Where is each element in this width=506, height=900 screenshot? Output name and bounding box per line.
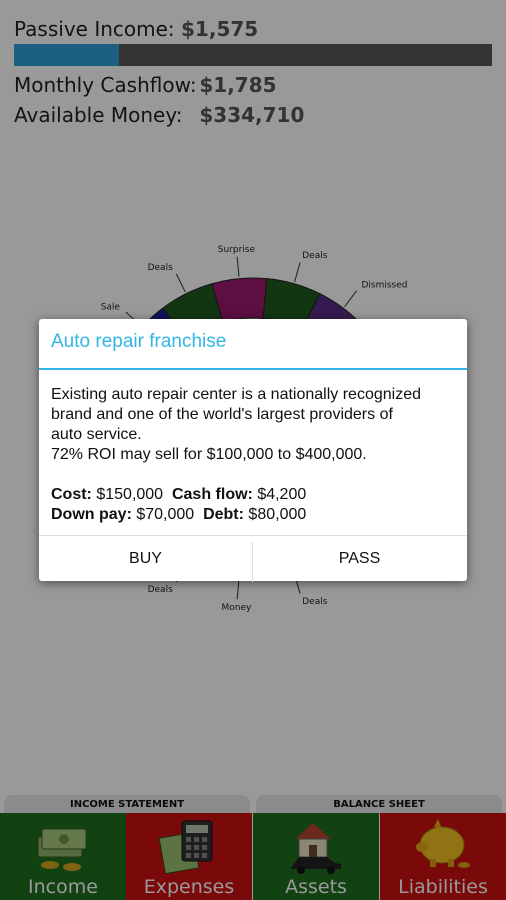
debt-label: Debt: [203, 506, 244, 523]
dialog-divider [39, 368, 467, 370]
cashflow-value: $4,200 [257, 486, 307, 503]
dialog-terms-row-2: Down pay: $70,000 Debt: $80,000 [51, 505, 461, 525]
cost-label: Cost: [51, 486, 92, 503]
pass-button[interactable]: PASS [253, 536, 466, 582]
dialog-description-line: 72% ROI may sell for $100,000 to $400,00… [51, 446, 367, 463]
dialog-description-line: brand and one of the world's largest pro… [51, 406, 393, 423]
dialog-description-line: auto service. [51, 426, 142, 443]
dialog-body: Existing auto repair center is a nationa… [51, 385, 461, 525]
dialog-description-line: Existing auto repair center is a nationa… [51, 386, 421, 403]
debt-value: $80,000 [248, 506, 307, 523]
buy-button[interactable]: BUY [39, 536, 252, 582]
cost-value: $150,000 [96, 486, 164, 503]
downpay-label: Down pay: [51, 506, 132, 523]
cashflow-label: Cash flow: [171, 486, 253, 503]
downpay-value: $70,000 [136, 506, 195, 523]
dialog-button-bar: BUY PASS [39, 535, 467, 582]
dialog-terms-row-1: Cost: $150,000 Cash flow: $4,200 [51, 485, 461, 505]
deal-dialog: Auto repair franchise Existing auto repa… [39, 319, 467, 582]
dialog-title: Auto repair franchise [51, 331, 227, 352]
